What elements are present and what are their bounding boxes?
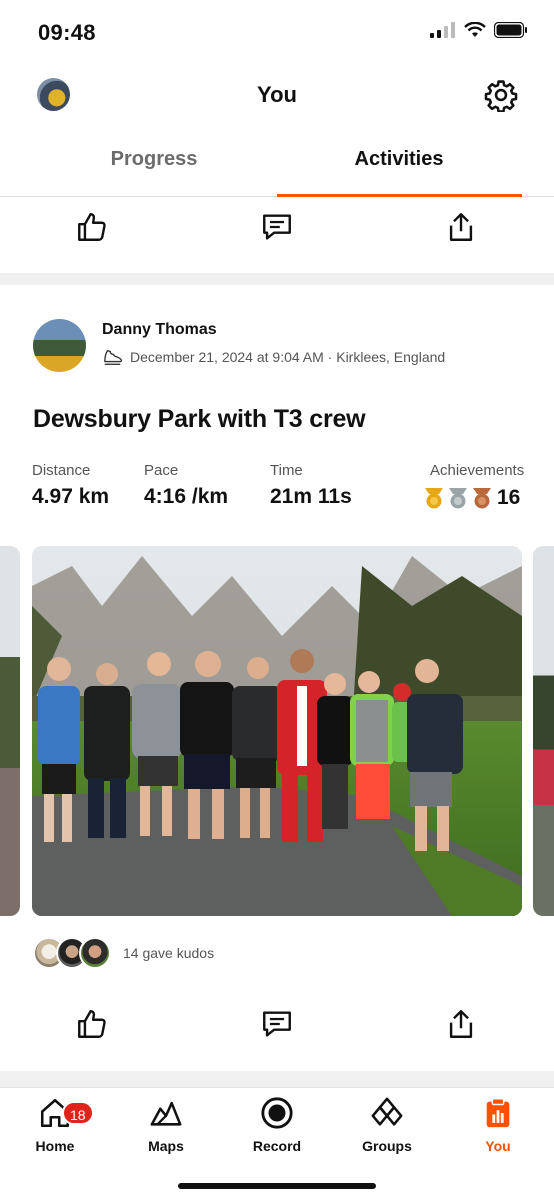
tab-activities[interactable]: Activities [276, 148, 522, 171]
share-icon[interactable] [444, 1007, 478, 1041]
you-icon [486, 1098, 510, 1128]
activity-meta: December 21, 2024 at 9:04 AM · Kirklees,… [102, 347, 445, 367]
nav-you[interactable]: You [453, 1096, 543, 1154]
groups-icon [371, 1097, 403, 1126]
bronze-medal-icon [473, 488, 491, 509]
feed-divider [0, 273, 554, 285]
achievements: 16 [423, 486, 520, 510]
stat-distance-label: Distance [32, 462, 91, 479]
map-icon [150, 1101, 182, 1126]
feed-divider [0, 1071, 554, 1087]
battery-icon [494, 22, 527, 38]
group-photo-image [32, 546, 522, 916]
nav-groups-label: Groups [362, 1138, 412, 1154]
kudos-icon[interactable] [75, 1007, 109, 1041]
stat-pace-label: Pace [144, 462, 179, 479]
share-icon[interactable] [444, 210, 478, 244]
stat-time-label: Time [270, 462, 303, 479]
active-tab-indicator [277, 194, 522, 197]
previous-photo[interactable] [0, 546, 20, 916]
activity-actions [0, 997, 554, 1057]
header: You [0, 62, 554, 130]
nav-home[interactable]: 18 Home [10, 1096, 100, 1154]
wifi-icon [464, 22, 486, 37]
activity-photo[interactable] [32, 546, 522, 916]
home-indicator [178, 1183, 376, 1189]
stat-time-value: 21m 11s [270, 485, 352, 508]
kudos-count[interactable]: 14 gave kudos [123, 945, 214, 961]
tab-progress[interactable]: Progress [31, 148, 277, 171]
nav-record-label: Record [252, 1138, 302, 1154]
previous-activity-actions [0, 200, 554, 260]
nav-maps-label: Maps [148, 1138, 184, 1154]
athlete-avatar[interactable] [33, 319, 86, 372]
athlete-name[interactable]: Danny Thomas [102, 321, 217, 339]
stat-achievements-value: 16 [497, 486, 521, 509]
activity-date-location: December 21, 2024 at 9:04 AM · Kirklees,… [130, 349, 446, 365]
page-title: You [257, 82, 297, 107]
status-icons [430, 22, 528, 38]
signal-icon [430, 22, 455, 38]
kudos-icon[interactable] [75, 210, 109, 244]
status-bar: 09:48 [0, 0, 554, 62]
nav-you-label: You [485, 1138, 511, 1154]
stat-achievements-label: Achievements [430, 462, 525, 479]
status-time: 09:48 [38, 20, 96, 45]
nav-maps[interactable]: Maps [121, 1096, 211, 1154]
nav-home-label: Home [35, 1138, 75, 1154]
tab-bar: Progress Activities [0, 130, 554, 197]
comment-icon[interactable] [260, 1007, 294, 1041]
notification-badge: 18 [62, 1101, 94, 1125]
kudos-row[interactable]: 14 gave kudos [33, 937, 214, 969]
comment-icon[interactable] [260, 210, 294, 244]
silver-medal-icon [449, 488, 467, 509]
photo-carousel[interactable] [0, 546, 554, 916]
record-icon [261, 1097, 293, 1129]
gear-icon[interactable] [484, 78, 518, 112]
next-photo[interactable] [533, 546, 554, 916]
gold-medal-icon [425, 488, 443, 509]
stat-distance-value: 4.97 km [32, 485, 110, 508]
shoe-icon [104, 349, 123, 365]
activity-title[interactable]: Dewsbury Park with T3 crew [33, 405, 366, 434]
nav-record[interactable]: Record [232, 1096, 322, 1154]
stat-pace-value: 4:16 /km [144, 485, 229, 508]
nav-groups[interactable]: Groups [342, 1096, 432, 1154]
kudos-avatar [79, 937, 111, 969]
